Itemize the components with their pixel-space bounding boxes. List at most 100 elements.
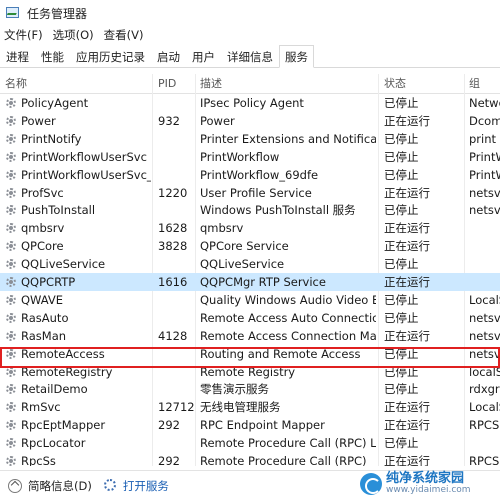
table-row[interactable]: PushToInstall Windows PushToInstall 服务 已停止… [0,201,500,219]
table-row[interactable]: QWAVE Quality Windows Audio Video Ex... 已停… [0,291,500,309]
cell-pid [158,94,194,112]
column-header-name[interactable]: 名称 [5,74,150,94]
cell-description: Remote Procedure Call (RPC) Loc... [200,436,376,450]
cell-group: netsvc [469,329,500,343]
service-gear-icon [5,294,17,306]
tab-users[interactable]: 用户 [186,46,221,67]
table-row[interactable]: RetailDemo 零售演示服务 已停止 rdxgro [0,380,500,398]
cell-status: 正在运行 [384,454,430,466]
table-row[interactable]: PrintWorkflowUserSvc PrintWorkflow 已停止 Prin… [0,148,500,166]
cell-name: RemoteAccess [21,347,105,361]
cell-name: QWAVE [21,293,64,307]
fewer-details-button[interactable]: 简略信息(D) [0,478,92,494]
service-gear-icon [5,115,17,127]
cell-description: PrintWorkflow_69dfe [200,168,319,182]
tab-details[interactable]: 详细信息 [221,46,279,67]
cell-name: RasAuto [21,311,69,325]
watermark-icon [360,473,382,495]
cell-pid [158,309,194,327]
cell-description: Power [200,114,235,128]
cell-name: RemoteRegistry [21,365,113,379]
tab-services[interactable]: 服务 [279,45,314,68]
column-header-group[interactable]: 组 [469,74,500,94]
cell-description: Remote Registry [200,365,296,379]
table-row[interactable]: RpcEptMapper 292 RPC Endpoint Mapper 正在运行 RP… [0,416,500,434]
services-icon [103,479,117,492]
table-row[interactable]: RpcLocator Remote Procedure Call (RPC) Lo… [0,434,500,452]
table-row[interactable]: PrintNotify Printer Extensions and Notifi… [0,130,500,148]
menu-options[interactable]: 选项(O) [48,27,99,43]
service-gear-icon [5,97,17,109]
open-services-link[interactable]: 打开服务 [92,478,169,494]
table-header: 名称 PID 描述 状态 组 [0,74,500,94]
table-row[interactable]: RmSvc 12712 无线电管理服务 正在运行 LocalS [0,398,500,416]
cell-name: PrintWorkflowUserSvc_6... [21,168,151,182]
chevron-up-icon [8,478,22,493]
cell-description: qmbsrv [200,221,244,235]
cell-status: 已停止 [384,150,419,164]
table-row[interactable]: Power 932 Power 正在运行 Dcoml [0,112,500,130]
menu-bar: 文件(F) 选项(O) 查看(V) [0,26,500,44]
tab-performance[interactable]: 性能 [35,46,70,67]
cell-status: 已停止 [384,365,419,379]
cell-description: PrintWorkflow [200,150,280,164]
table-row[interactable]: PrintWorkflowUserSvc_6... PrintWorkflow_6… [0,166,500,184]
cell-name: RpcSs [21,454,56,466]
table-row[interactable]: ProfSvc 1220 User Profile Service 正在运行 netsv… [0,184,500,202]
service-gear-icon [5,169,17,181]
cell-description: Quality Windows Audio Video Ex... [200,293,376,307]
tab-startup[interactable]: 启动 [151,46,186,67]
service-gear-icon [5,240,17,252]
task-manager-icon [6,6,20,20]
cell-description: QQLiveService [200,257,285,271]
table-row[interactable]: RpcSs 292 Remote Procedure Call (RPC) 正在运行 R… [0,452,500,466]
cell-pid [158,166,194,184]
table-row[interactable]: PolicyAgent IPsec Policy Agent 已停止 Netwo [0,94,500,112]
tab-processes[interactable]: 进程 [0,46,35,67]
service-gear-icon [5,383,17,395]
cell-name: RpcEptMapper [21,418,106,432]
service-gear-icon [5,151,17,163]
cell-pid [158,291,194,309]
service-gear-icon [5,330,17,342]
menu-file[interactable]: 文件(F) [0,27,48,43]
cell-description: 无线电管理服务 [200,400,281,414]
cell-status: 正在运行 [384,329,430,343]
cell-pid [158,130,194,148]
table-row[interactable]: RasMan 4128 Remote Access Connection Man..… [0,327,500,345]
cell-status: 已停止 [384,257,419,271]
table-row[interactable]: RemoteRegistry Remote Registry 已停止 localS [0,363,500,381]
cell-group: netsvc [469,347,500,361]
table-row[interactable]: QQLiveService QQLiveService 已停止 [0,255,500,273]
column-header-description[interactable]: 描述 [200,74,374,94]
cell-status: 已停止 [384,132,419,146]
cell-status: 已停止 [384,293,419,307]
table-row[interactable]: QQPCRTP 1616 QQPCMgr RTP Service 正在运行 [0,273,500,291]
cell-group [469,219,500,237]
cell-name: QQPCRTP [21,275,76,289]
window-title: 任务管理器 [27,6,88,21]
service-gear-icon [5,348,17,360]
cell-name: PolicyAgent [21,96,89,110]
cell-group: localS [469,365,500,379]
cell-status: 已停止 [384,203,419,217]
menu-view[interactable]: 查看(V) [99,27,149,43]
cell-pid: 932 [158,114,180,128]
cell-status: 已停止 [384,382,419,396]
table-row[interactable]: RemoteAccess Routing and Remote Access 已停止… [0,345,500,363]
cell-pid: 292 [158,418,180,432]
column-header-status[interactable]: 状态 [384,74,460,94]
cell-pid: 12712 [158,400,194,414]
tab-app-history[interactable]: 应用历史记录 [70,46,151,67]
cell-description: Remote Procedure Call (RPC) [200,454,367,466]
cell-status: 已停止 [384,311,419,325]
table-row[interactable]: RasAuto Remote Access Auto Connection ...… [0,309,500,327]
column-header-pid[interactable]: PID [158,74,196,94]
table-row[interactable]: QPCore 3828 QPCore Service 正在运行 [0,237,500,255]
table-row[interactable]: qmbsrv 1628 qmbsrv 正在运行 [0,219,500,237]
watermark-logo: 纯净系统家园 www.yidaimei.com [360,468,500,500]
title-bar: 任务管理器 [0,0,500,26]
cell-pid: 1616 [158,275,188,289]
tab-bar: 进程 性能 应用历史记录 启动 用户 详细信息 服务 [0,44,500,68]
service-gear-icon [5,276,17,288]
